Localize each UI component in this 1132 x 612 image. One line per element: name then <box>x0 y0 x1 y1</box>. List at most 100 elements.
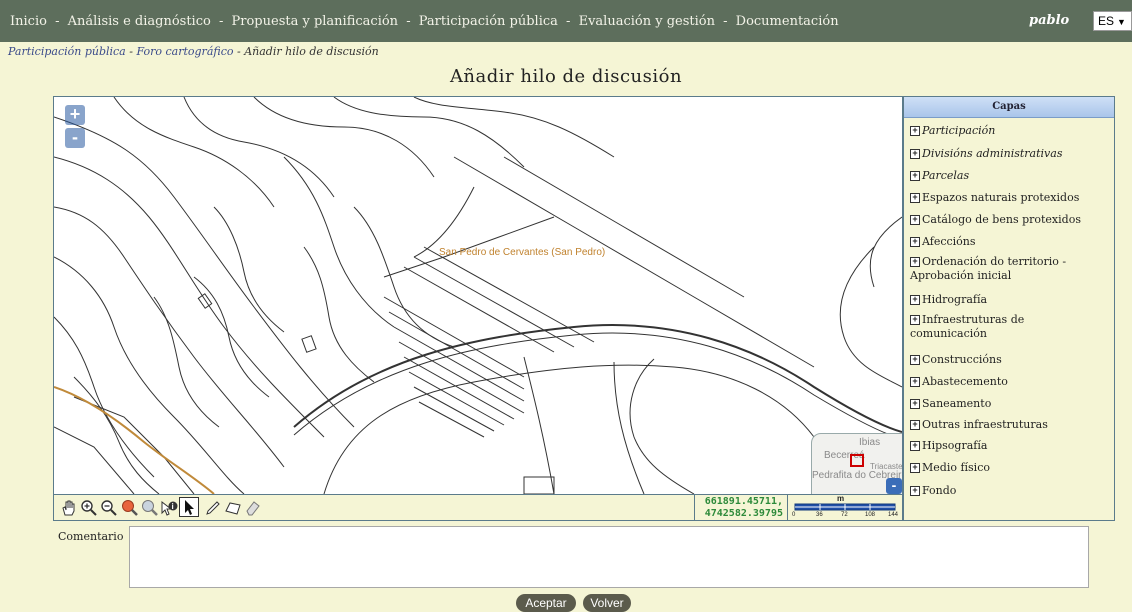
layer-label: Fondo <box>922 484 957 497</box>
menu-separator: - <box>406 14 411 29</box>
expand-icon[interactable]: + <box>910 315 920 325</box>
scale-tick: 72 <box>841 512 848 518</box>
layer-label: Hidrografía <box>922 293 988 306</box>
scale-tick: 0 <box>792 512 796 518</box>
expand-icon[interactable]: + <box>910 377 920 387</box>
expand-icon[interactable]: + <box>910 420 920 430</box>
layer-abastecemento[interactable]: + Abastecemento <box>910 375 1114 389</box>
layer-divisions[interactable]: + Divisións administrativas <box>910 147 1114 161</box>
layer-parcelas[interactable]: + Parcelas <box>910 169 1114 183</box>
scale-tick: 144 <box>888 512 899 518</box>
menu-separator: - <box>218 14 224 29</box>
select-icon <box>185 500 194 515</box>
expand-icon[interactable]: + <box>910 463 920 473</box>
language-select[interactable]: ES ▼ <box>1093 11 1132 31</box>
scale-graphic <box>794 503 896 511</box>
language-value: ES <box>1098 14 1115 28</box>
expand-icon[interactable]: + <box>910 441 920 451</box>
zoom-in-button[interactable]: + <box>65 105 85 125</box>
svg-text:i: i <box>172 502 174 511</box>
layer-label: Participación <box>922 124 996 137</box>
layer-label: Catálogo de bens protexidos <box>922 213 1081 226</box>
layer-fondo[interactable]: + Fondo <box>910 484 1114 498</box>
map-canvas[interactable]: San Pedro de Cervantes (San Pedro) <box>54 97 902 494</box>
top-navigation-bar: Inicio - Análisis e diagnóstico - Propue… <box>0 0 1132 42</box>
scale-tick: 108 <box>865 512 876 518</box>
menu-separator: - <box>723 14 728 29</box>
zoom-in-icon[interactable] <box>80 499 98 517</box>
layer-label: Abastecemento <box>922 375 1008 388</box>
layer-label: Outras infraestruturas <box>922 418 1048 431</box>
layer-afeccions[interactable]: + Afeccións <box>910 235 1114 249</box>
menu-separator: - <box>566 14 571 29</box>
scale-bar: m 0 36 72 108 144 <box>792 494 902 520</box>
layer-participacion[interactable]: + Participación <box>910 124 1114 138</box>
expand-icon[interactable]: + <box>910 149 920 159</box>
zoom-extent-icon[interactable] <box>120 499 138 517</box>
expand-icon[interactable]: + <box>910 193 920 203</box>
breadcrumb-item[interactable]: Foro cartográfico <box>136 45 233 58</box>
expand-icon[interactable]: + <box>910 399 920 409</box>
layer-label: Hipsografía <box>922 439 988 452</box>
draw-line-icon[interactable] <box>204 499 222 517</box>
overview-toggle-button[interactable]: - <box>886 478 902 494</box>
menu-item-inicio[interactable]: Inicio <box>10 14 47 29</box>
map-viewer[interactable]: San Pedro de Cervantes (San Pedro) + - I… <box>53 96 903 521</box>
layer-outras[interactable]: + Outras infraestruturas <box>910 418 1114 432</box>
menu-item-analisis[interactable]: Análisis e diagnóstico <box>68 14 211 29</box>
layer-construccions[interactable]: + Construccións <box>910 353 1114 367</box>
layer-label: Medio físico <box>922 461 990 474</box>
coordinate-x: 661891.45711, <box>704 496 783 507</box>
layers-panel: Capas + Participación + Divisións administ… <box>903 96 1115 521</box>
layer-catalogo[interactable]: + Catálogo de bens protexidos <box>910 213 1114 227</box>
overview-label: Ibias <box>859 437 881 448</box>
breadcrumb-current: Añadir hilo de discusión <box>244 45 379 58</box>
layer-label: Divisións administrativas <box>922 147 1063 160</box>
layer-label: Ordenación do territorio - Aprobación in… <box>910 255 1067 282</box>
overview-extent-box <box>850 454 864 467</box>
map-toolbar: i 661891.45711, 4742582.39795 m 0 36 72 … <box>54 494 902 520</box>
coordinates-readout: 661891.45711, 4742582.39795 <box>694 495 788 520</box>
accept-button[interactable]: Aceptar <box>516 594 576 612</box>
menu-item-documentacion[interactable]: Documentación <box>736 14 839 29</box>
eraser-icon[interactable] <box>244 499 262 517</box>
menu-item-participacion[interactable]: Participación pública <box>419 14 558 29</box>
layer-label: Infraestruturas de comunicación <box>910 313 1025 340</box>
expand-icon[interactable]: + <box>910 237 920 247</box>
layer-hipsografia[interactable]: + Hipsografía <box>910 439 1114 453</box>
expand-icon[interactable]: + <box>910 171 920 181</box>
layers-panel-title: Capas <box>904 97 1114 118</box>
menu-item-propuesta[interactable]: Propuesta y planificación <box>232 14 399 29</box>
chevron-down-icon: ▼ <box>1117 17 1126 27</box>
draw-polygon-icon[interactable] <box>224 499 242 517</box>
layer-label: Construccións <box>922 353 1002 366</box>
expand-icon[interactable]: + <box>910 215 920 225</box>
zoom-previous-icon[interactable] <box>140 499 158 517</box>
menu-item-evaluacion[interactable]: Evaluación y gestión <box>579 14 715 29</box>
info-icon[interactable]: i <box>160 499 178 517</box>
layer-ordenacion[interactable]: + Ordenación do territorio - Aprobación i… <box>910 255 1086 283</box>
comment-textarea[interactable] <box>129 526 1089 588</box>
layer-espazos[interactable]: + Espazos naturais protexidos <box>910 191 1114 205</box>
expand-icon[interactable]: + <box>910 355 920 365</box>
breadcrumb-item[interactable]: Participación pública <box>8 45 126 58</box>
layer-hidrografia[interactable]: + Hidrografía <box>910 293 1114 307</box>
zoom-out-button[interactable]: - <box>65 128 85 148</box>
zoom-out-icon[interactable] <box>100 499 118 517</box>
expand-icon[interactable]: + <box>910 257 920 267</box>
layer-label: Saneamento <box>922 397 992 410</box>
place-label: San Pedro de Cervantes (San Pedro) <box>439 247 605 258</box>
layer-infraestruturas[interactable]: + Infraestruturas de comunicación <box>910 313 1060 341</box>
back-button[interactable]: Volver <box>583 594 631 612</box>
expand-icon[interactable]: + <box>910 126 920 136</box>
layer-saneamento[interactable]: + Saneamento <box>910 397 1114 411</box>
layer-label: Espazos naturais protexidos <box>922 191 1080 204</box>
layer-medio-fisico[interactable]: + Medio físico <box>910 461 1114 475</box>
select-tool-button[interactable] <box>179 497 199 517</box>
expand-icon[interactable]: + <box>910 295 920 305</box>
user-name[interactable]: pablo <box>1029 13 1069 28</box>
pan-icon[interactable] <box>60 499 78 517</box>
breadcrumb-separator: - <box>129 45 133 58</box>
expand-icon[interactable]: + <box>910 486 920 496</box>
main-menu: Inicio - Análisis e diagnóstico - Propue… <box>10 14 839 29</box>
